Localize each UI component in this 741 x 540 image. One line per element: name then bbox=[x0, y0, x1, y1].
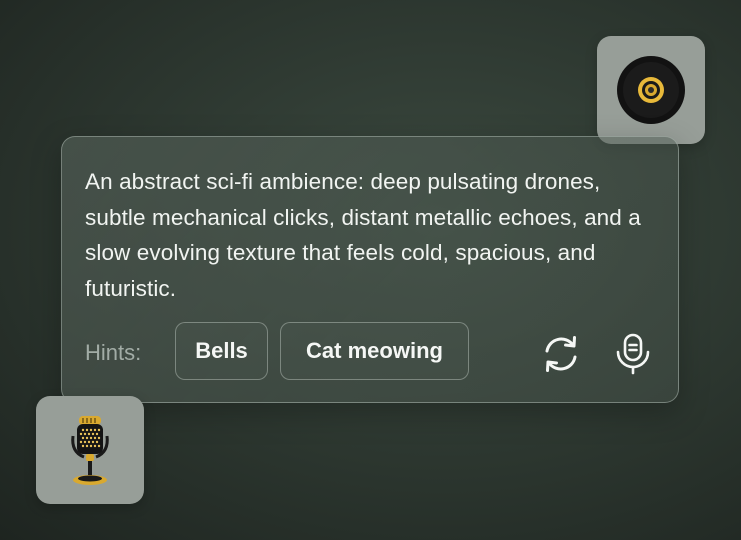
prompt-card: An abstract sci-fi ambience: deep pulsat… bbox=[61, 136, 679, 403]
vintage-microphone-icon bbox=[71, 416, 109, 485]
prompt-text[interactable]: An abstract sci-fi ambience: deep pulsat… bbox=[85, 164, 655, 306]
speaker-icon bbox=[617, 56, 685, 124]
hint-chip-cat-meowing[interactable]: Cat meowing bbox=[280, 322, 469, 380]
refresh-button[interactable] bbox=[539, 332, 583, 376]
hint-chip-bells[interactable]: Bells bbox=[175, 322, 268, 380]
refresh-icon bbox=[545, 336, 577, 372]
vintage-microphone-tile bbox=[36, 396, 144, 504]
microphone-icon bbox=[616, 333, 650, 375]
microphone-button[interactable] bbox=[611, 332, 655, 376]
speaker-tile bbox=[597, 36, 705, 144]
hints-label: Hints: bbox=[85, 340, 142, 365]
